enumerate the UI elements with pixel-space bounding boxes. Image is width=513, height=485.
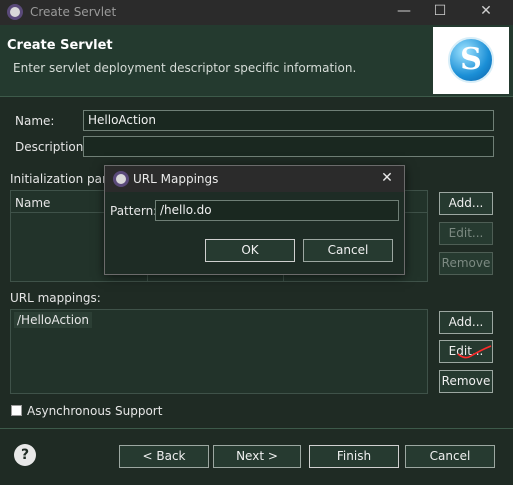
servlet-logo-icon: S <box>448 37 494 83</box>
dialog-cancel-button[interactable]: Cancel <box>303 239 393 262</box>
wizard-subtitle: Enter servlet deployment descriptor spec… <box>13 61 357 75</box>
help-icon[interactable]: ? <box>14 444 36 466</box>
name-label: Name: <box>15 114 55 128</box>
window-title: Create Servlet <box>30 5 117 19</box>
annotation-check-mark <box>457 345 492 359</box>
async-support-checkbox[interactable] <box>11 405 22 416</box>
url-mappings-dialog: URL Mappings ✕ Pattern: /hello.do OK Can… <box>104 165 405 275</box>
init-edit-button[interactable]: Edit... <box>439 222 493 245</box>
dialog-close-button[interactable]: ✕ <box>375 170 399 186</box>
name-input[interactable]: HelloAction <box>83 110 494 131</box>
list-item[interactable]: /HelloAction <box>14 312 93 328</box>
cancel-button[interactable]: Cancel <box>405 445 495 468</box>
dialog-title: URL Mappings <box>133 172 219 186</box>
close-window-button[interactable]: ✕ <box>467 0 505 25</box>
eclipse-app-icon <box>7 4 23 20</box>
url-mappings-list[interactable]: /HelloAction <box>10 309 428 394</box>
init-remove-button[interactable]: Remove <box>439 252 493 275</box>
finish-button[interactable]: Finish <box>309 445 399 468</box>
dialog-ok-button[interactable]: OK <box>205 239 295 262</box>
pattern-input[interactable]: /hello.do <box>155 200 399 221</box>
init-add-button[interactable]: Add... <box>439 192 493 215</box>
pattern-label: Pattern: <box>110 204 158 218</box>
back-button[interactable]: < Back <box>119 445 209 468</box>
next-button[interactable]: Next > <box>213 445 301 468</box>
url-add-button[interactable]: Add... <box>439 311 493 334</box>
url-remove-button[interactable]: Remove <box>439 370 493 393</box>
url-mappings-label: URL mappings: <box>10 291 101 305</box>
dialog-app-icon <box>113 171 129 187</box>
description-label: Description: <box>15 140 88 154</box>
maximize-button[interactable]: ☐ <box>421 0 459 25</box>
column-header-name[interactable]: Name <box>15 196 50 210</box>
footer-separator <box>0 428 513 429</box>
async-support-label: Asynchronous Support <box>27 404 163 418</box>
wizard-title: Create Servlet <box>7 38 113 53</box>
init-params-label: Initialization parameters: <box>10 172 110 186</box>
description-input[interactable] <box>83 136 494 157</box>
minimize-button[interactable]: — <box>385 0 423 25</box>
